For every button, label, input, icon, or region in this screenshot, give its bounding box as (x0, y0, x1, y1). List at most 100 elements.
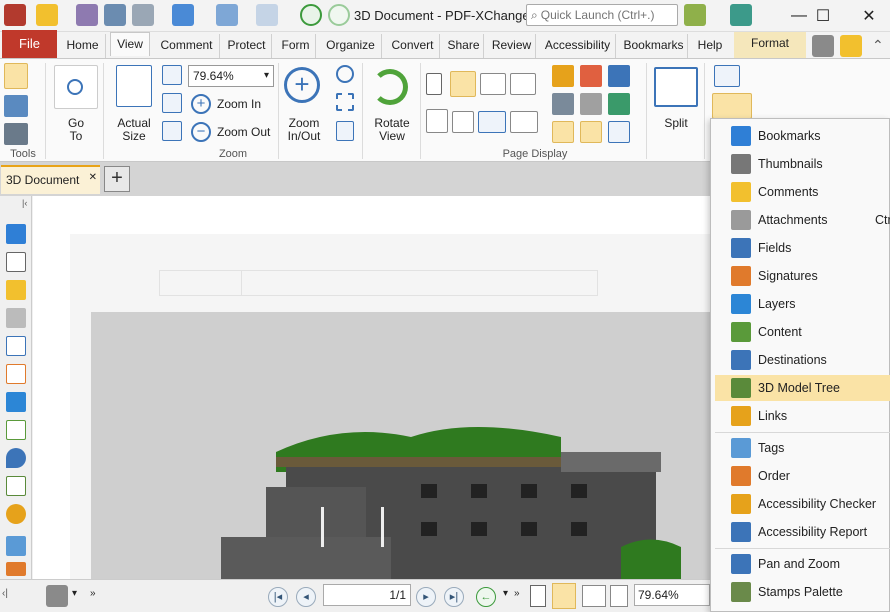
rotate-view-button[interactable]: Rotate View (368, 117, 416, 143)
tab-view[interactable]: View (110, 32, 150, 56)
zoom-out-button[interactable]: Zoom Out (217, 125, 270, 139)
zoom-box-icon[interactable] (336, 93, 354, 111)
tab-review[interactable]: Review (488, 34, 536, 58)
panes-dropdown-icon[interactable] (712, 93, 752, 119)
last-page-button[interactable]: ▸| (444, 587, 464, 607)
back-view-icon[interactable]: ← (476, 587, 496, 607)
document-properties-icon[interactable] (812, 35, 834, 57)
go-to-button[interactable]: Go To (56, 117, 96, 143)
new-tab-button[interactable]: + (104, 166, 130, 192)
bookmark-icon[interactable] (6, 224, 26, 244)
content-icon[interactable] (6, 420, 26, 440)
redo-icon[interactable] (256, 4, 278, 26)
tag-icon[interactable] (6, 536, 26, 556)
reading-order-icon[interactable] (510, 111, 538, 133)
pane-toggle-icon[interactable]: ‹| (2, 588, 8, 599)
chevron-down-icon[interactable]: ▾ (503, 588, 508, 599)
tab-home[interactable]: Home (60, 34, 106, 58)
zoom-marquee-icon[interactable] (336, 65, 354, 83)
expand-toolbar-icon[interactable]: » (90, 588, 96, 599)
layers-icon[interactable] (6, 392, 26, 412)
magnet-icon[interactable] (608, 65, 630, 87)
quick-launch-search[interactable]: ⌕ (526, 4, 678, 26)
crosshair-icon[interactable] (552, 121, 574, 143)
hand-tool-icon[interactable] (4, 63, 28, 89)
save-icon[interactable] (76, 4, 98, 26)
open-folder-icon[interactable] (36, 4, 58, 26)
menu-item-bookmarks[interactable]: Bookmarks (715, 123, 890, 149)
numbered-pages-icon[interactable] (478, 111, 506, 133)
tab-help[interactable]: Help (692, 34, 728, 58)
link-icon[interactable] (6, 504, 26, 524)
menu-item-content[interactable]: Content (715, 319, 890, 345)
email-icon[interactable] (132, 4, 154, 26)
select-text-icon[interactable] (4, 95, 28, 117)
tab-form[interactable]: Form (276, 34, 316, 58)
fullscreen-icon[interactable] (730, 4, 752, 26)
color-icon[interactable] (608, 93, 630, 115)
tab-bookmarks[interactable]: Bookmarks (620, 34, 688, 58)
menu-item-layers[interactable]: Layers (715, 291, 890, 317)
cover-page-icon[interactable] (426, 109, 448, 133)
menu-item-links[interactable]: Links (715, 403, 890, 429)
settings-tool-icon[interactable] (4, 123, 28, 145)
menu-item-accessibility-report[interactable]: Accessibility Report (715, 519, 890, 545)
3d-scene[interactable] (91, 312, 723, 579)
model-tree-icon[interactable] (6, 476, 26, 496)
next-page-button[interactable]: ▸ (416, 587, 436, 607)
close-button[interactable]: ✕ (846, 0, 890, 32)
zoom-select[interactable]: 79.64% ▾ (188, 65, 274, 87)
facing-continuous-icon[interactable] (510, 73, 536, 95)
transparency-grid-icon[interactable] (580, 93, 602, 115)
menu-item-stamps-palette[interactable]: Stamps Palette (715, 579, 890, 605)
order-icon[interactable] (6, 562, 26, 576)
menu-item-fields[interactable]: Fields (715, 235, 890, 261)
menu-item-comments[interactable]: Comments (715, 179, 890, 205)
split-button[interactable]: Split (654, 117, 698, 130)
tab-file[interactable]: File (2, 30, 57, 58)
menu-item-tags[interactable]: Tags (715, 435, 890, 461)
paperclip-icon[interactable] (6, 308, 26, 328)
tab-comment[interactable]: Comment (154, 34, 220, 58)
collapse-pane-icon[interactable]: |‹ (22, 198, 27, 208)
comment-icon[interactable] (6, 280, 26, 300)
continuous-page-icon[interactable] (552, 583, 576, 609)
signature-icon[interactable] (6, 364, 26, 384)
close-tab-icon[interactable]: ✕ (89, 165, 97, 191)
window-arrange-icon[interactable] (714, 65, 740, 87)
search-input[interactable] (540, 8, 669, 22)
print-icon[interactable] (104, 4, 126, 26)
facing-continuous-icon[interactable] (610, 585, 628, 607)
page-number-field[interactable]: 1/1 (323, 584, 411, 606)
snap-icon[interactable] (580, 65, 602, 87)
page-spacing-icon[interactable] (452, 111, 474, 133)
menu-item-accessibility-checker[interactable]: Accessibility Checker (715, 491, 890, 517)
tab-organize[interactable]: Organize (320, 34, 382, 58)
guides-icon[interactable] (608, 121, 630, 143)
zoom-in-button[interactable]: Zoom In (217, 97, 261, 111)
menu-item-attachments[interactable]: Attachments Ctr (715, 207, 890, 233)
destination-pin-icon[interactable] (6, 448, 26, 468)
ruler-icon[interactable] (552, 65, 574, 87)
facing-page-icon[interactable] (582, 585, 606, 607)
document-tab[interactable]: 3D Document ✕ (1, 165, 100, 194)
undo-icon[interactable] (216, 4, 238, 26)
fit-visible-icon[interactable] (162, 121, 182, 141)
expand-toolbar-icon[interactable]: » (514, 588, 520, 599)
eye-icon[interactable] (552, 93, 574, 115)
actual-size-button[interactable]: Actual Size (110, 117, 158, 143)
menu-item-order[interactable]: Order (715, 463, 890, 489)
thumbnails-icon[interactable] (6, 252, 26, 272)
first-page-button[interactable]: |◂ (268, 587, 288, 607)
zoom-in-out-button[interactable]: Zoom In/Out (282, 117, 326, 143)
tab-protect[interactable]: Protect (222, 34, 272, 58)
collapse-ribbon-icon[interactable]: ⌃ (872, 37, 884, 54)
menu-item-3d-model-tree[interactable]: 3D Model Tree (715, 375, 890, 401)
back-icon[interactable] (300, 4, 322, 26)
facing-page-icon[interactable] (480, 73, 506, 95)
menu-item-destinations[interactable]: Destinations (715, 347, 890, 373)
tab-share[interactable]: Share (444, 34, 484, 58)
fit-page-icon[interactable] (162, 65, 182, 85)
menu-item-signatures[interactable]: Signatures (715, 263, 890, 289)
single-page-icon[interactable] (530, 585, 546, 607)
